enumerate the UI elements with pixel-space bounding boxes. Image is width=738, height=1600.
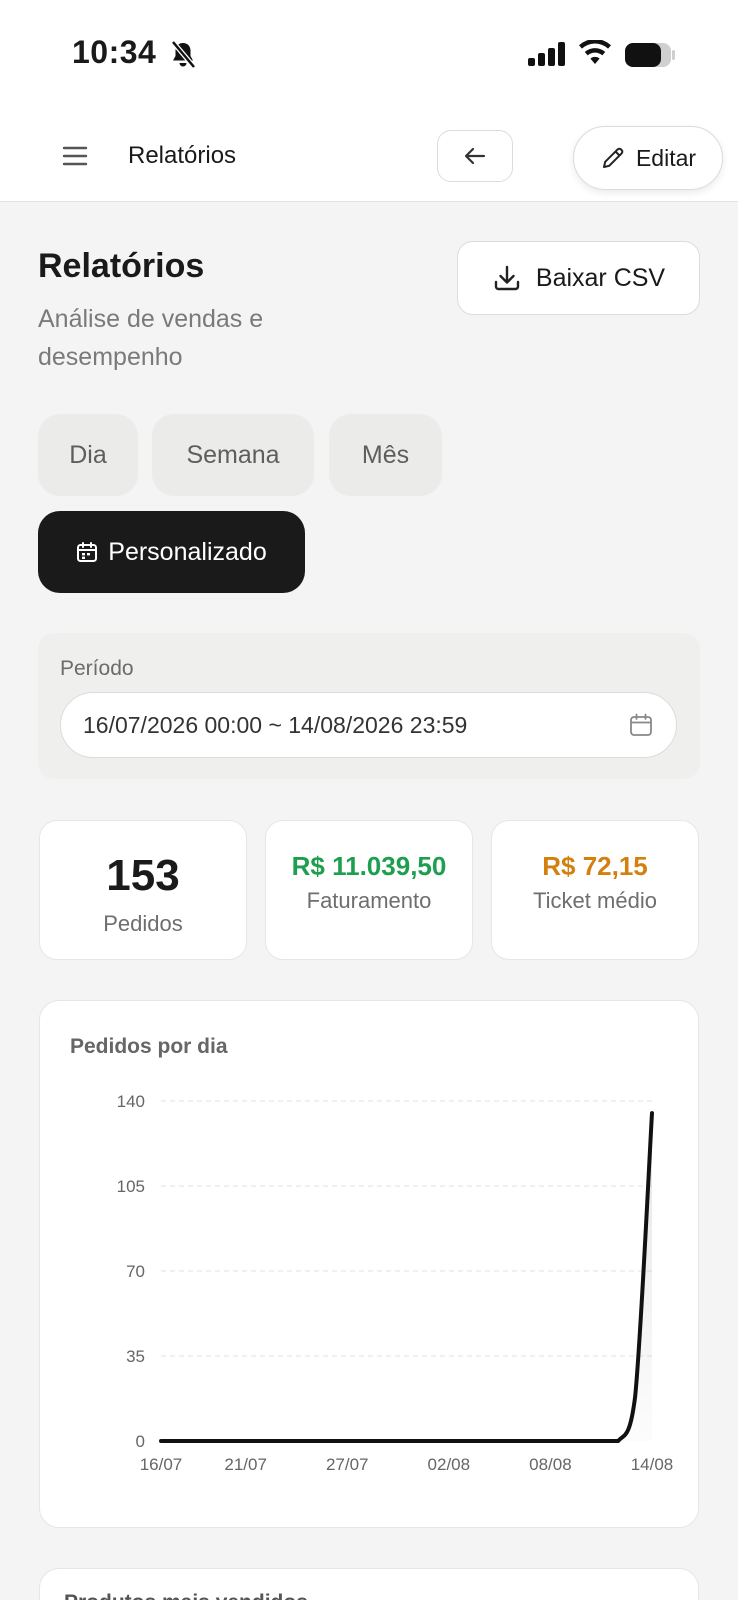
stat-average-ticket-value: R$ 72,15: [542, 851, 648, 881]
x-tick-label: 02/08: [428, 1455, 471, 1474]
arrow-left-icon: [464, 147, 486, 165]
back-button[interactable]: [437, 130, 513, 182]
download-csv-button[interactable]: Baixar CSV: [457, 241, 700, 315]
y-tick-label: 105: [117, 1177, 145, 1196]
x-tick-label: 27/07: [326, 1455, 369, 1474]
edit-button[interactable]: Editar: [573, 126, 723, 190]
calendar-icon: [630, 713, 652, 736]
pencil-icon: [602, 147, 624, 168]
battery-icon: [625, 43, 675, 67]
x-tick-label: 21/07: [224, 1455, 267, 1474]
x-tick-label: 08/08: [529, 1455, 572, 1474]
stat-revenue-label: Faturamento: [306, 888, 432, 913]
page-title: Relatórios: [38, 247, 205, 285]
filter-chip-day[interactable]: Dia: [38, 414, 138, 496]
stat-orders-label: Pedidos: [103, 911, 183, 936]
status-time: 10:34: [72, 34, 157, 70]
stat-card-revenue: R$ 11.039,50 Faturamento: [265, 820, 473, 960]
calendar-icon: [77, 542, 98, 562]
stat-orders-value: 153: [106, 851, 180, 900]
app-bar: Relatórios Editar: [0, 110, 738, 202]
y-tick-label: 70: [126, 1262, 145, 1281]
y-tick-label: 140: [117, 1092, 145, 1111]
period-selector: Período 16/07/2026 00:00 ~ 14/08/2026 23…: [38, 633, 700, 779]
stat-card-orders: 153 Pedidos: [39, 820, 247, 960]
chart-area-fill: [161, 1113, 652, 1441]
y-tick-label: 0: [136, 1432, 145, 1451]
page-subtitle: Análise de vendas e desempenho: [38, 305, 264, 371]
chart-series-line: [159, 1111, 654, 1443]
stat-average-ticket-label: Ticket médio: [533, 888, 657, 913]
bell-muted-icon: [171, 40, 196, 69]
stat-revenue-value: R$ 11.039,50: [291, 851, 447, 881]
status-bar: 10:34: [0, 0, 738, 110]
x-tick-label: 16/07: [140, 1455, 183, 1474]
stat-card-average-ticket: R$ 72,15 Ticket médio: [491, 820, 699, 960]
orders-per-day-chart: 0 35 70 105 140 16/07 21/07 27/07 02/08 08/08 14/0…: [117, 1092, 674, 1474]
filter-chip-week[interactable]: Semana: [152, 414, 314, 496]
download-csv-label: Baixar CSV: [535, 263, 666, 292]
hamburger-menu-icon[interactable]: [60, 142, 90, 170]
edit-button-label: Editar: [635, 144, 697, 171]
filter-chip-custom-label: Personalizado: [108, 537, 267, 566]
filter-chip-custom[interactable]: Personalizado: [38, 511, 305, 593]
x-tick-label: 14/08: [631, 1455, 674, 1474]
period-label: Período: [60, 657, 134, 680]
app-bar-title: Relatórios: [128, 142, 237, 169]
date-range-value: 16/07/2026 00:00 ~ 14/08/2026 23:59: [83, 711, 468, 738]
signal-icon: [528, 42, 565, 66]
date-range-input[interactable]: 16/07/2026 00:00 ~ 14/08/2026 23:59: [60, 692, 677, 758]
y-tick-label: 35: [126, 1347, 145, 1366]
top-products-card: Produtos mais vendidos: [39, 1568, 699, 1600]
wifi-icon: [579, 40, 611, 64]
download-icon: [494, 265, 520, 291]
orders-per-day-chart-card: Pedidos por dia 0 35 70 105 140 16/07 21/07 27/…: [39, 1000, 699, 1528]
top-products-title: Produtos mais vendidos: [64, 1591, 308, 1600]
filter-chip-month[interactable]: Mês: [329, 414, 442, 496]
